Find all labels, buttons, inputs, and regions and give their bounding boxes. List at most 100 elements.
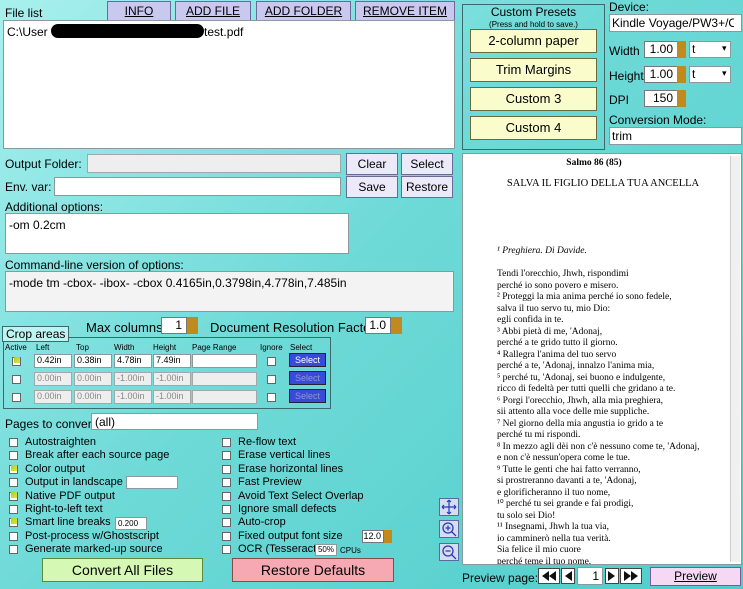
crop-row-2-page-range[interactable] [192,372,257,386]
remove-item-button[interactable]: REMOVE ITEM [355,1,455,21]
crop-row-2-left[interactable]: 0.00in [34,372,72,386]
options_left-checkbox-1[interactable] [9,438,18,447]
crop-row-1-active-checkbox[interactable] [12,357,21,366]
crop-row-3-select-button[interactable]: Select [289,389,326,403]
crop-row-2-width[interactable]: -1.00in [114,372,152,386]
preset-2-column-paper[interactable]: 2-column paper [470,29,597,53]
options_left-checkbox-7[interactable] [9,518,18,528]
landscape-value-input[interactable] [126,476,178,489]
restore-defaults-button[interactable]: Restore Defaults [232,558,394,582]
crop-row-3-width[interactable]: -1.00in [114,390,152,404]
file-list-box[interactable]: C:\User test.pdf [3,20,455,149]
preset-custom-3[interactable]: Custom 3 [470,87,597,111]
crop-row-1-top[interactable]: 0.38in [74,354,112,368]
output-folder-input[interactable] [87,154,341,173]
crop-row-1-ignore-checkbox[interactable] [267,357,276,366]
crop-row-3-active-checkbox[interactable] [12,393,21,402]
options_left-label-3[interactable]: Color output [25,463,85,475]
first-page-icon[interactable] [538,568,560,584]
convert-all-files-button[interactable]: Convert All Files [42,558,203,582]
cpu-percent-input[interactable]: 50% [315,544,337,556]
crop-row-1-height[interactable]: 7.49in [153,354,191,368]
preview-page-input[interactable]: 1 [577,567,603,585]
options_right-checkbox-1[interactable] [222,438,231,447]
crop-row-3-page-range[interactable] [192,390,257,404]
info-button[interactable]: INFO [107,1,171,21]
crop-row-1-width[interactable]: 4.78in [114,354,152,368]
crop-row-3-height[interactable]: -1.00in [153,390,191,404]
select-folder-button[interactable]: Select [401,153,453,175]
options_right-label-5[interactable]: Avoid Text Select Overlap [238,490,364,502]
options_left-label-5[interactable]: Native PDF output [25,490,115,502]
env-var-input[interactable] [54,177,341,196]
restore-button[interactable]: Restore [401,176,453,198]
last-page-icon[interactable] [620,568,642,584]
height-input[interactable]: 1.00 [644,66,678,83]
crop-row-3-left[interactable]: 0.00in [34,390,72,404]
doc-res-input[interactable]: 1.0 [365,317,391,334]
additional-options-input[interactable]: -om 0.2cm [5,213,349,254]
smart-line-breaks-value[interactable]: 0.200 [115,517,147,530]
options_right-label-9[interactable]: OCR (Tesseract) [238,543,320,555]
options_right-checkbox-3[interactable] [222,464,231,474]
crop-row-3-top[interactable]: 0.00in [74,390,112,404]
crop-row-2-top[interactable]: 0.00in [74,372,112,386]
next-page-icon[interactable] [605,568,619,584]
options_left-checkbox-6[interactable] [9,505,18,514]
conversion-mode-select[interactable]: trim [609,127,742,145]
zoom-out-icon[interactable] [439,543,459,561]
options_right-checkbox-7[interactable] [222,518,231,528]
font-size-spinner[interactable] [384,530,392,543]
pages-to-convert-input[interactable]: (all) [91,413,258,430]
height-unit-chevron-down-icon[interactable]: ▾ [722,68,727,79]
options_left-label-6[interactable]: Right-to-left text [25,503,103,515]
width-input[interactable]: 1.00 [644,41,678,58]
options_right-label-3[interactable]: Erase horizontal lines [238,463,343,475]
add-file-button[interactable]: ADD FILE [175,1,251,21]
crop-row-3-ignore-checkbox[interactable] [267,393,276,402]
max-columns-spinner[interactable] [187,317,198,334]
save-button[interactable]: Save [346,176,398,198]
options_left-checkbox-4[interactable] [9,478,18,488]
options_right-label-6[interactable]: Ignore small defects [238,503,336,515]
options_right-checkbox-9[interactable] [222,545,231,555]
options_right-label-2[interactable]: Erase vertical lines [238,449,330,461]
preview-scrollbar[interactable] [730,156,740,562]
options_left-label-8[interactable]: Post-process w/Ghostscript [25,530,159,542]
options_left-label-2[interactable]: Break after each source page [25,449,169,461]
max-columns-input[interactable]: 1 [161,317,187,334]
options_right-checkbox-8[interactable] [222,531,231,541]
preset-trim-margins[interactable]: Trim Margins [470,58,597,82]
preview-button[interactable]: Preview [650,567,741,586]
options_right-label-1[interactable]: Re-flow text [238,436,296,448]
crop-row-1-select-button[interactable]: Select [289,353,326,367]
prev-page-icon[interactable] [561,568,575,584]
crop-row-2-select-button[interactable]: Select [289,371,326,385]
preset-custom-4[interactable]: Custom 4 [470,116,597,140]
options_left-label-9[interactable]: Generate marked-up source [25,543,163,555]
options_left-checkbox-2[interactable] [9,451,18,461]
crop-row-2-active-checkbox[interactable] [12,375,21,384]
options_left-checkbox-9[interactable] [9,545,18,555]
cmdline-output[interactable]: -mode tm -cbox- -ibox- -cbox 0.4165in,0.… [5,271,454,312]
height-spinner[interactable] [677,66,686,83]
crop-row-1-left[interactable]: 0.42in [34,354,72,368]
font-size-input[interactable]: 12.0 [362,530,384,543]
options_right-label-8[interactable]: Fixed output font size [238,530,343,542]
options_right-checkbox-2[interactable] [222,451,231,461]
crop-row-1-page-range[interactable] [192,354,257,368]
options_left-label-1[interactable]: Autostraighten [25,436,96,448]
device-select[interactable]: Kindle Voyage/PW3+/O [609,14,742,32]
crop-row-2-height[interactable]: -1.00in [153,372,191,386]
options_left-checkbox-3[interactable] [9,464,18,474]
crop-row-2-ignore-checkbox[interactable] [267,375,276,384]
pan-icon[interactable] [439,498,459,516]
options_left-checkbox-8[interactable] [9,531,18,541]
add-folder-button[interactable]: ADD FOLDER [256,1,351,21]
doc-res-spinner[interactable] [391,317,402,334]
options_left-label-4[interactable]: Output in landscape [25,476,123,488]
width-unit-chevron-down-icon[interactable]: ▾ [722,43,727,54]
dpi-spinner[interactable] [677,90,686,107]
zoom-in-icon[interactable] [439,520,459,538]
options_right-checkbox-6[interactable] [222,505,231,514]
